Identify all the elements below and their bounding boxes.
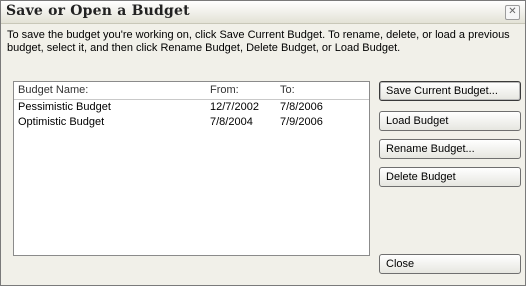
dialog-title: Save or Open a Budget <box>6 3 190 19</box>
budget-name: Pessimistic Budget <box>18 101 111 113</box>
instructions-text: To save the budget you're working on, cl… <box>7 29 510 54</box>
list-item[interactable]: Optimistic Budget 7/8/2004 7/9/2006 <box>14 115 369 130</box>
budget-from-date: 12/7/2002 <box>210 101 259 113</box>
budget-name: Optimistic Budget <box>18 116 105 128</box>
save-current-budget-button[interactable]: Save Current Budget... <box>379 81 521 101</box>
close-icon[interactable]: ✕ <box>505 5 520 20</box>
delete-budget-button[interactable]: Delete Budget <box>379 167 521 187</box>
load-budget-button[interactable]: Load Budget <box>379 111 521 131</box>
title-bar: Save or Open a Budget ✕ <box>1 1 525 24</box>
column-header-from[interactable]: From: <box>210 84 239 96</box>
budget-to-date: 7/8/2006 <box>280 101 323 113</box>
column-header-budget-name[interactable]: Budget Name: <box>18 84 88 96</box>
budget-to-date: 7/9/2006 <box>280 116 323 128</box>
column-header-to[interactable]: To: <box>280 84 295 96</box>
list-item[interactable]: Pessimistic Budget 12/7/2002 7/8/2006 <box>14 100 369 115</box>
close-button[interactable]: Close <box>379 254 521 274</box>
budget-from-date: 7/8/2004 <box>210 116 253 128</box>
budget-list-header: Budget Name: From: To: <box>14 82 369 100</box>
budget-list[interactable]: Budget Name: From: To: Pessimistic Budge… <box>13 81 370 256</box>
save-or-open-budget-dialog: Save or Open a Budget ✕ To save the budg… <box>0 0 526 286</box>
rename-budget-button[interactable]: Rename Budget... <box>379 139 521 159</box>
